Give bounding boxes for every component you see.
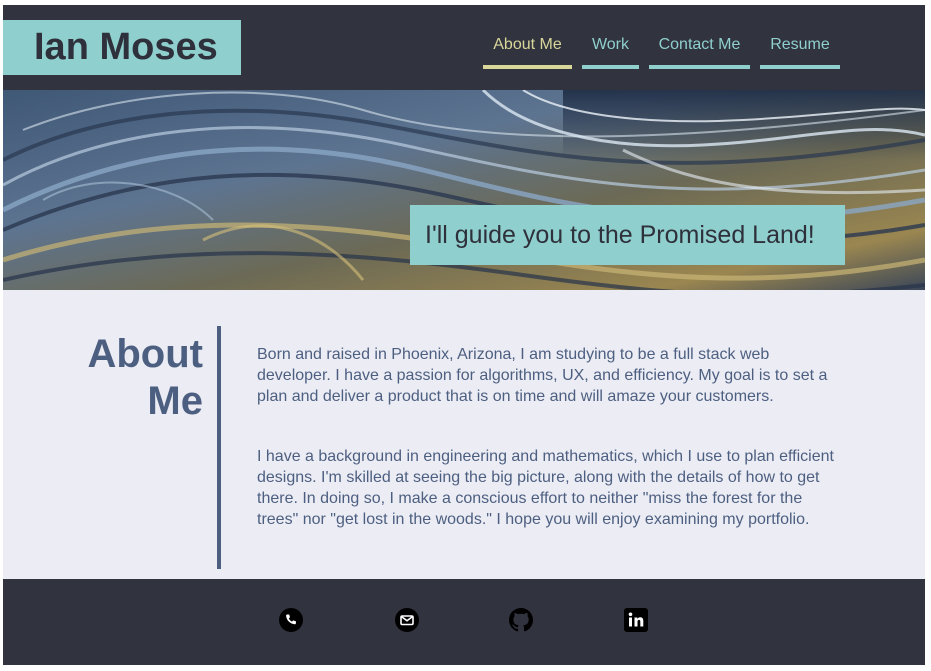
page-frame: Ian Moses About Me Work Contact Me Resum… <box>3 5 925 665</box>
about-divider <box>217 326 221 569</box>
header: Ian Moses About Me Work Contact Me Resum… <box>3 5 925 90</box>
phone-icon[interactable] <box>279 608 303 632</box>
linkedin-icon[interactable] <box>624 608 648 632</box>
nav-about-me[interactable]: About Me <box>483 33 572 69</box>
footer <box>3 579 925 665</box>
nav-label: Resume <box>770 36 830 53</box>
about-heading-line2: Me <box>147 379 203 423</box>
nav-work[interactable]: Work <box>582 33 639 69</box>
about-heading-line1: About <box>87 332 203 376</box>
site-logo[interactable]: Ian Moses <box>3 20 241 75</box>
email-icon[interactable] <box>395 608 419 632</box>
nav-label: Work <box>591 36 630 53</box>
nav-label: Contact Me <box>658 36 741 53</box>
about-paragraph: I have a background in engineering and m… <box>257 448 834 528</box>
nav-contact-me[interactable]: Contact Me <box>649 33 750 69</box>
about-paragraph: Born and raised in Phoenix, Arizona, I a… <box>257 346 828 405</box>
nav-label: About Me <box>493 36 562 53</box>
logo-text: Ian Moses <box>34 26 218 68</box>
nav-resume[interactable]: Resume <box>760 33 840 69</box>
hero-tagline: I'll guide you to the Promised Land! <box>425 221 815 249</box>
hero-banner: I'll guide you to the Promised Land! <box>3 90 925 290</box>
github-icon[interactable] <box>509 608 533 632</box>
about-heading: About Me <box>43 331 203 425</box>
hero-tagline-box: I'll guide you to the Promised Land! <box>410 205 845 265</box>
